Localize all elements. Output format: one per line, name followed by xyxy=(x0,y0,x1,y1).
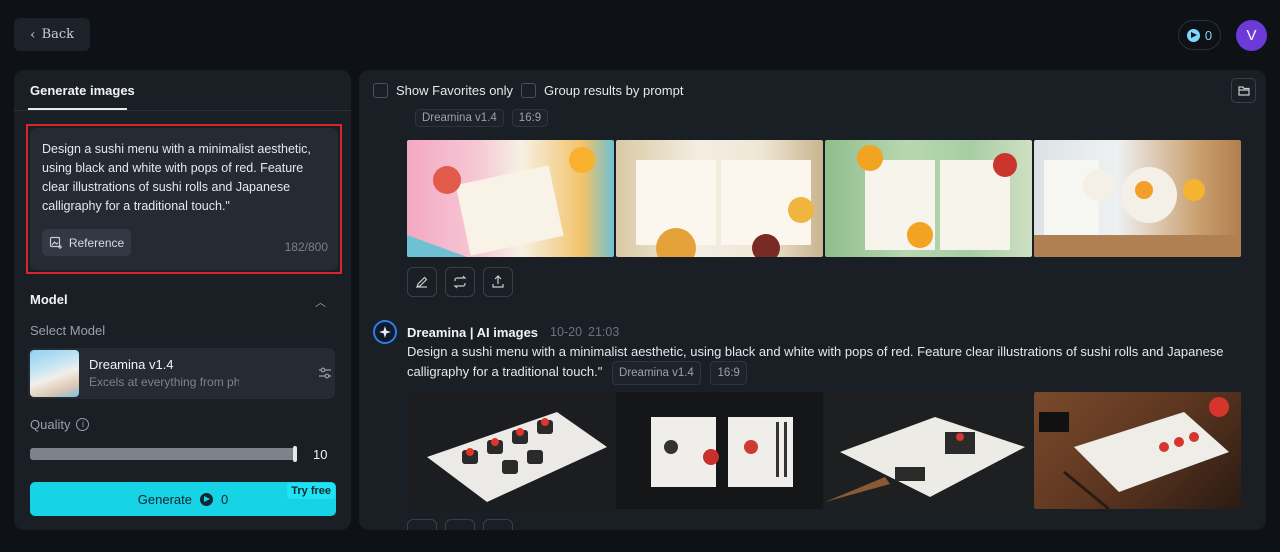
result-image[interactable] xyxy=(616,140,823,257)
result-image[interactable] xyxy=(616,392,823,509)
back-button[interactable]: ‹ Back xyxy=(14,18,90,51)
result-image[interactable] xyxy=(825,392,1032,509)
generate-panel: Generate images Design a sushi menu with… xyxy=(14,70,351,530)
batch-time: 21:03 xyxy=(588,325,620,339)
batch2-images xyxy=(407,392,1241,509)
prompt-highlight: Design a sushi menu with a minimalist ae… xyxy=(26,124,342,274)
upload-icon xyxy=(492,275,504,288)
result-image[interactable] xyxy=(1034,140,1241,257)
checkbox-box[interactable] xyxy=(373,83,388,98)
credit-coin-icon xyxy=(1186,28,1200,42)
prompt-text[interactable]: Design a sushi menu with a minimalist ae… xyxy=(42,140,327,216)
credits-count: 0 xyxy=(1204,27,1213,43)
export-button[interactable] xyxy=(483,267,513,297)
reference-label: Reference xyxy=(68,235,125,250)
batch2-prompt: Design a sushi menu with a minimalist ae… xyxy=(407,343,1247,385)
batch1-images xyxy=(407,140,1241,257)
chevron-up-icon[interactable]: ︿ xyxy=(315,294,326,310)
ratio-tag: 16:9 xyxy=(710,361,747,385)
avatar[interactable]: V xyxy=(1236,20,1267,51)
show-favorites-label: Show Favorites only xyxy=(396,83,514,98)
model-selector[interactable]: Dreamina v1.4 Excels at everything from … xyxy=(28,348,335,399)
panel-tabs: Generate images xyxy=(14,70,351,111)
ratio-tag: 16:9 xyxy=(511,109,549,127)
chevron-left-icon: ‹ xyxy=(29,26,36,43)
generate-button[interactable]: Generate 0 Try free xyxy=(30,482,336,516)
batch1-tools xyxy=(407,267,513,297)
tab-generate-images[interactable]: Generate images xyxy=(30,83,135,98)
group-results-label: Group results by prompt xyxy=(544,83,684,98)
quality-slider-fill xyxy=(30,448,296,460)
image-add-icon xyxy=(49,236,62,249)
dreamina-logo-icon xyxy=(373,320,397,344)
quality-label: Quality i xyxy=(30,417,90,432)
result-image[interactable] xyxy=(1034,392,1241,509)
settings-sliders-icon[interactable] xyxy=(318,366,332,380)
edit-button[interactable] xyxy=(407,267,437,297)
model-tag: Dreamina v1.4 xyxy=(612,361,701,385)
back-label: Back xyxy=(41,27,75,42)
folder-icon xyxy=(1237,86,1250,96)
prompt-input[interactable]: Design a sushi menu with a minimalist ae… xyxy=(30,128,338,270)
model-description: Excels at everything from photorealism t… xyxy=(89,375,239,389)
model-name: Dreamina v1.4 xyxy=(89,357,174,372)
char-counter: 182/800 xyxy=(284,240,328,254)
result-image[interactable] xyxy=(825,140,1032,257)
batch-date: 10-20 xyxy=(550,325,583,339)
export-button[interactable] xyxy=(483,519,513,530)
reference-button[interactable]: Reference xyxy=(42,229,131,256)
batch2-header: Dreamina | AI images 10-20 21:03 xyxy=(373,320,619,344)
quality-label-text: Quality xyxy=(30,417,71,432)
regenerate-button[interactable] xyxy=(445,267,475,297)
batch-author: Dreamina | AI images xyxy=(407,324,539,340)
credits-badge[interactable]: 0 xyxy=(1178,20,1221,50)
model-tag: Dreamina v1.4 xyxy=(415,109,504,127)
repeat-icon xyxy=(453,275,467,289)
generate-cost: 0 xyxy=(220,491,229,507)
avatar-initial: V xyxy=(1246,27,1257,44)
info-icon[interactable]: i xyxy=(76,418,90,431)
regenerate-button[interactable] xyxy=(445,519,475,530)
credit-coin-icon xyxy=(199,492,213,506)
pencil-icon xyxy=(416,276,428,288)
model-heading: Model xyxy=(30,292,68,307)
results-panel: Show Favorites only Group results by pro… xyxy=(359,70,1266,530)
select-model-label: Select Model xyxy=(30,323,106,338)
quality-slider[interactable] xyxy=(30,446,297,462)
group-results-checkbox[interactable]: Group results by prompt xyxy=(521,83,683,98)
batch1-tags: Dreamina v1.4 16:9 xyxy=(415,109,549,127)
batch-prompt-text[interactable]: Design a sushi menu with a minimalist ae… xyxy=(407,344,1224,379)
folder-button[interactable] xyxy=(1231,78,1256,103)
try-free-badge: Try free xyxy=(287,483,335,499)
generate-label: Generate xyxy=(137,491,192,507)
batch2-tools xyxy=(407,519,513,530)
model-thumbnail xyxy=(30,350,79,397)
quality-value: 10 xyxy=(313,447,328,462)
result-image[interactable] xyxy=(407,140,614,257)
result-image[interactable] xyxy=(407,392,614,509)
quality-slider-knob[interactable] xyxy=(293,446,297,462)
show-favorites-checkbox[interactable]: Show Favorites only xyxy=(373,83,513,98)
checkbox-box[interactable] xyxy=(521,83,536,98)
edit-button[interactable] xyxy=(407,519,437,530)
tab-active-indicator xyxy=(28,108,127,110)
